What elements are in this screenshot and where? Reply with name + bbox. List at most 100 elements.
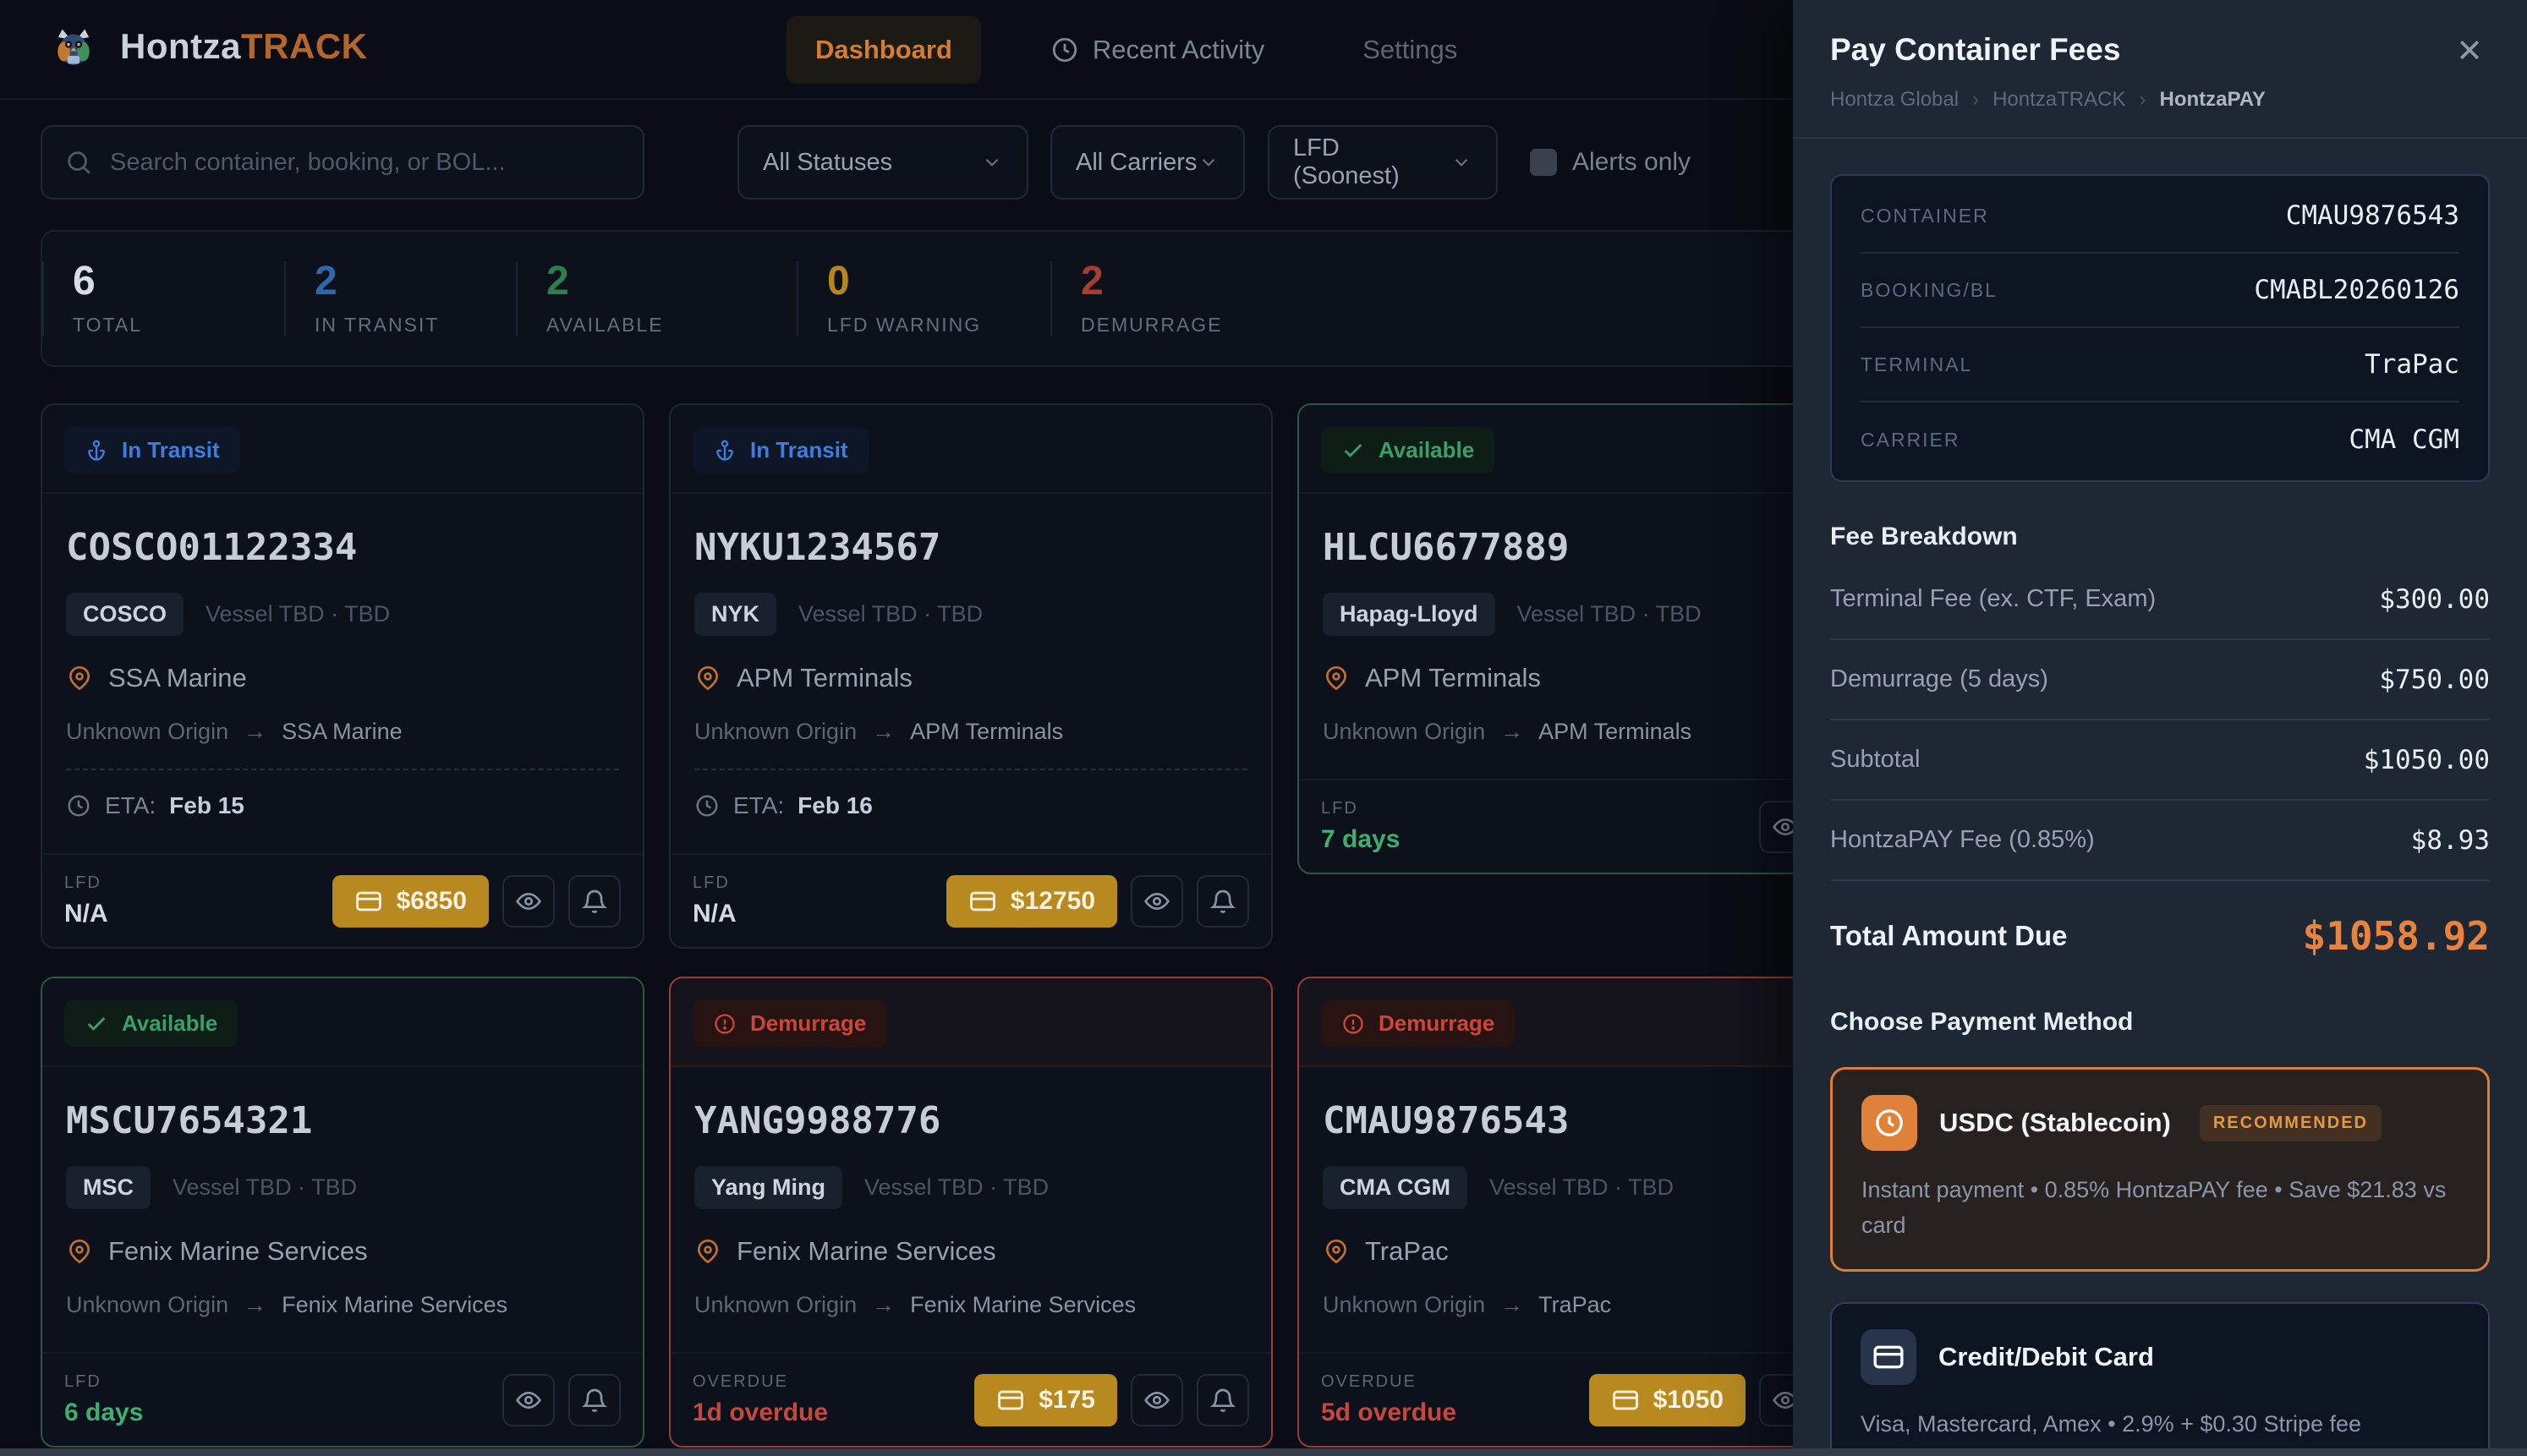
card-footer: LFD N/A $12750 (671, 853, 1271, 947)
container-card[interactable]: Demurrage YANG9988776 Yang Ming Vessel T… (669, 977, 1273, 1448)
eye-icon (1143, 888, 1170, 915)
watch-button[interactable] (502, 875, 555, 928)
bell-icon (581, 888, 608, 915)
pay-fee-button[interactable]: $175 (974, 1374, 1117, 1426)
payment-method-card[interactable]: Credit/Debit Card Visa, Mastercard, Amex… (1830, 1302, 2490, 1456)
fee-row: HontzaPAY Fee (0.85%) $8.93 (1830, 801, 2490, 881)
clock-icon (66, 793, 91, 818)
detail-row: BOOKING/BL CMABL20260126 (1861, 254, 2459, 328)
map-pin-icon (1323, 665, 1350, 692)
nav-tab-settings[interactable]: Settings (1334, 16, 1486, 84)
chevron-down-icon (1450, 151, 1472, 173)
route: Unknown Origin→SSA Marine (66, 719, 619, 745)
clock-icon (1050, 36, 1079, 64)
container-card[interactable]: Available MSCU7654321 MSC Vessel TBD · T… (41, 977, 644, 1448)
total-amount-value: $1058.92 (2302, 913, 2490, 959)
owl-logo-icon (49, 22, 98, 71)
map-pin-icon (694, 1238, 721, 1265)
breadcrumb-item[interactable]: HontzaTRACK (1993, 88, 2125, 112)
status-filter-select[interactable]: All Statuses (737, 125, 1028, 200)
stat-block: 2 DEMURRAGE (1050, 261, 1277, 337)
bell-icon (1209, 888, 1236, 915)
sort-select[interactable]: LFD (Soonest) (1268, 125, 1498, 200)
anchor-icon (713, 439, 737, 463)
fee-breakdown-title: Fee Breakdown (1830, 523, 2490, 551)
app-title: HontzaTRACK (120, 26, 367, 67)
pay-fee-button[interactable]: $12750 (946, 875, 1117, 928)
container-card[interactable]: In Transit NYKU1234567 NYK Vessel TBD · … (669, 403, 1273, 949)
carrier-chip: Hapag-Lloyd (1323, 593, 1495, 636)
pay-fee-button[interactable]: $6850 (332, 875, 489, 928)
card-footer: LFD N/A $6850 (42, 853, 643, 947)
alerts-only-toggle[interactable]: Alerts only (1530, 148, 1691, 177)
payment-method-usdc[interactable]: USDC (Stablecoin) RECOMMENDED Instant pa… (1830, 1067, 2490, 1272)
check-icon (85, 1012, 108, 1036)
checkbox-icon[interactable] (1530, 149, 1557, 176)
usdc-description: Instant payment • 0.85% HontzaPAY fee • … (1861, 1173, 2458, 1244)
vessel-info: Vessel TBD · TBD (1517, 601, 1702, 627)
terminal-name: Fenix Marine Services (737, 1236, 996, 1267)
breadcrumb-item[interactable]: Hontza Global (1830, 88, 1959, 112)
vessel-info: Vessel TBD · TBD (864, 1174, 1049, 1201)
carrier-chip: MSC (66, 1166, 151, 1209)
recommended-badge: RECOMMENDED (2200, 1105, 2382, 1141)
card-description: Visa, Mastercard, Amex • 2.9% + $0.30 St… (1861, 1407, 2459, 1442)
container-id: MSCU7654321 (66, 1099, 619, 1142)
status-badge: Demurrage (1321, 1000, 1515, 1047)
eta-row: ETA: Feb 16 (694, 792, 1247, 819)
map-pin-icon (1323, 1238, 1350, 1265)
card-status-row: In Transit (671, 405, 1271, 494)
route: Unknown Origin→Fenix Marine Services (694, 1292, 1247, 1318)
container-id: COSCO01122334 (66, 526, 619, 569)
nav-tab-dashboard[interactable]: Dashboard (787, 16, 981, 84)
close-button[interactable]: ✕ (2449, 32, 2490, 71)
watch-button[interactable] (502, 1374, 555, 1426)
chevron-down-icon (1198, 151, 1220, 173)
fee-breakdown-list: Terminal Fee (ex. CTF, Exam) $300.00 Dem… (1830, 560, 2490, 881)
nav-tab-recent-activity[interactable]: Recent Activity (1022, 16, 1293, 84)
alert-bell-button[interactable] (568, 1374, 621, 1426)
terminal-name: APM Terminals (1365, 663, 1541, 693)
stat-block: 6 TOTAL (42, 261, 284, 337)
eta-row: ETA: Feb 15 (66, 792, 619, 819)
detail-row: TERMINAL TraPac (1861, 328, 2459, 402)
carrier-filter-select[interactable]: All Carriers (1050, 125, 1245, 200)
card-footer: OVERDUE 1d overdue $175 (671, 1352, 1271, 1446)
terminal-name: APM Terminals (737, 663, 913, 693)
container-id: YANG9988776 (694, 1099, 1247, 1142)
alert-bell-button[interactable] (568, 875, 621, 928)
carrier-chip: NYK (694, 593, 776, 636)
vessel-info: Vessel TBD · TBD (798, 601, 983, 627)
instant-clock-icon (1861, 1095, 1917, 1151)
fee-row: Terminal Fee (ex. CTF, Exam) $300.00 (1830, 560, 2490, 640)
search-icon (64, 148, 93, 177)
credit-card-icon (1861, 1329, 1916, 1385)
card-status-row: Available (42, 978, 643, 1067)
pay-fee-button[interactable]: $1050 (1589, 1374, 1746, 1426)
alert-circle-icon (1341, 1012, 1365, 1036)
watch-button[interactable] (1131, 1374, 1183, 1426)
alert-circle-icon (713, 1012, 737, 1036)
horizontal-scrollbar[interactable] (0, 1448, 2527, 1456)
vessel-info: Vessel TBD · TBD (173, 1174, 357, 1201)
choose-payment-title: Choose Payment Method (1830, 1008, 2490, 1037)
container-card[interactable]: In Transit COSCO01122334 COSCO Vessel TB… (41, 403, 644, 949)
alert-bell-button[interactable] (1197, 875, 1249, 928)
bell-icon (1209, 1387, 1236, 1414)
eye-icon (515, 1387, 542, 1414)
search-input[interactable] (110, 149, 621, 177)
detail-row: CARRIER CMA CGM (1861, 402, 2459, 477)
status-badge: In Transit (693, 427, 869, 473)
breadcrumb: Hontza Global › HontzaTRACK › HontzaPAY (1830, 88, 2490, 112)
map-pin-icon (694, 665, 721, 692)
card-footer: LFD 6 days (42, 1352, 643, 1446)
vessel-info: Vessel TBD · TBD (1489, 1174, 1674, 1201)
status-badge: In Transit (64, 427, 240, 473)
stat-block: 2 AVAILABLE (516, 261, 797, 337)
watch-button[interactable] (1131, 875, 1183, 928)
alert-bell-button[interactable] (1197, 1374, 1249, 1426)
credit-card-icon (968, 887, 997, 916)
panel-title: Pay Container Fees (1830, 32, 2120, 68)
container-details-card: CONTAINER CMAU9876543 BOOKING/BL CMABL20… (1830, 174, 2490, 482)
card-body: YANG9988776 Yang Ming Vessel TBD · TBD F… (671, 1067, 1271, 1352)
